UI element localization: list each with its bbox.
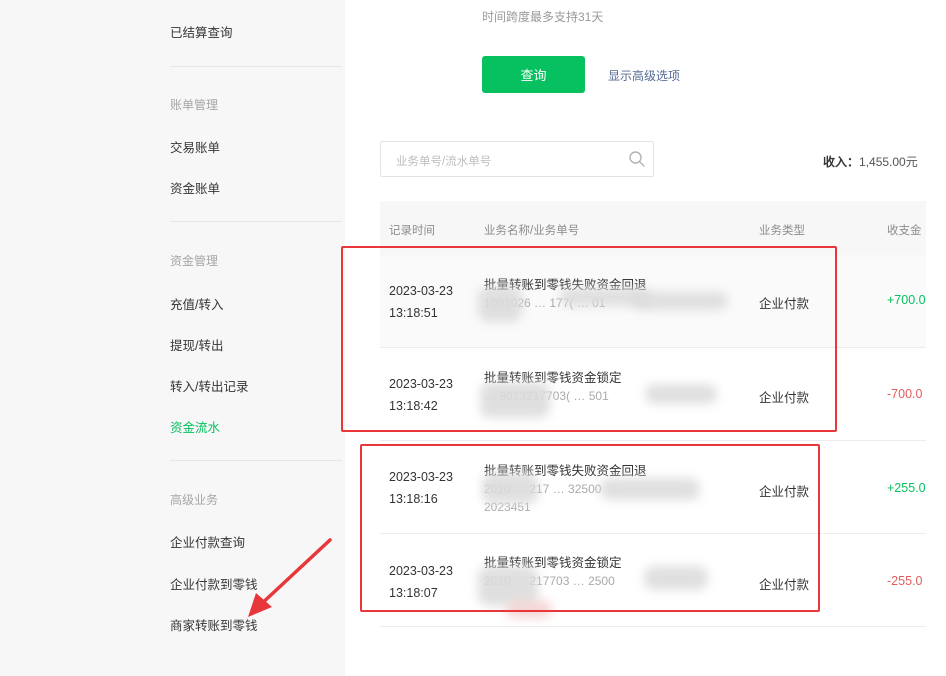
sidebar-item-trade-bill[interactable]: 交易账单	[170, 137, 220, 156]
income-summary: 收入：1,455.00元	[823, 153, 918, 170]
income-value: 1,455.00元	[859, 155, 918, 169]
sidebar-item-settled-query[interactable]: 已结算查询	[170, 22, 233, 41]
sidebar-item-withdraw[interactable]: 提现/转出	[170, 335, 223, 354]
annotation-box	[360, 444, 820, 612]
row-amount: -255.0	[887, 574, 923, 588]
sidebar-divider	[170, 460, 342, 461]
row-amount: +255.0	[887, 481, 926, 495]
column-header-business: 业务名称/业务单号	[484, 225, 580, 237]
sidebar-item-enterprise-pay-query[interactable]: 企业付款查询	[170, 532, 245, 551]
row-amount: -700.0	[887, 387, 923, 401]
search-placeholder: 业务单号/流水单号	[396, 156, 492, 168]
sidebar-item-fund-flow[interactable]: 资金流水	[170, 417, 220, 436]
sidebar-group-advanced: 高级业务	[170, 493, 219, 507]
column-header-type: 业务类型	[759, 225, 805, 237]
search-icon[interactable]	[628, 150, 646, 168]
sidebar-group-funds: 资金管理	[170, 254, 219, 268]
sidebar-group-bills: 账单管理	[170, 98, 219, 112]
sidebar-item-transfer-records[interactable]: 转入/转出记录	[170, 376, 248, 395]
date-range-hint: 时间跨度最多支持31天	[482, 10, 604, 24]
sidebar-item-fund-bill[interactable]: 资金账单	[170, 178, 220, 197]
column-header-time: 记录时间	[389, 225, 435, 237]
column-header-amount: 收支金	[887, 225, 922, 237]
annotation-arrow-icon	[248, 538, 332, 617]
sidebar-divider	[170, 66, 342, 67]
row-amount: +700.0	[887, 293, 926, 307]
income-label: 收入：	[823, 155, 860, 169]
search-input[interactable]: 业务单号/流水单号	[380, 141, 654, 177]
query-button[interactable]: 查询	[482, 56, 585, 93]
advanced-options-link[interactable]: 显示高级选项	[608, 67, 680, 84]
sidebar-item-recharge[interactable]: 充值/转入	[170, 294, 223, 313]
row-divider	[380, 440, 926, 441]
annotation-box	[341, 246, 837, 432]
row-divider	[380, 626, 926, 627]
sidebar-divider	[170, 221, 342, 222]
